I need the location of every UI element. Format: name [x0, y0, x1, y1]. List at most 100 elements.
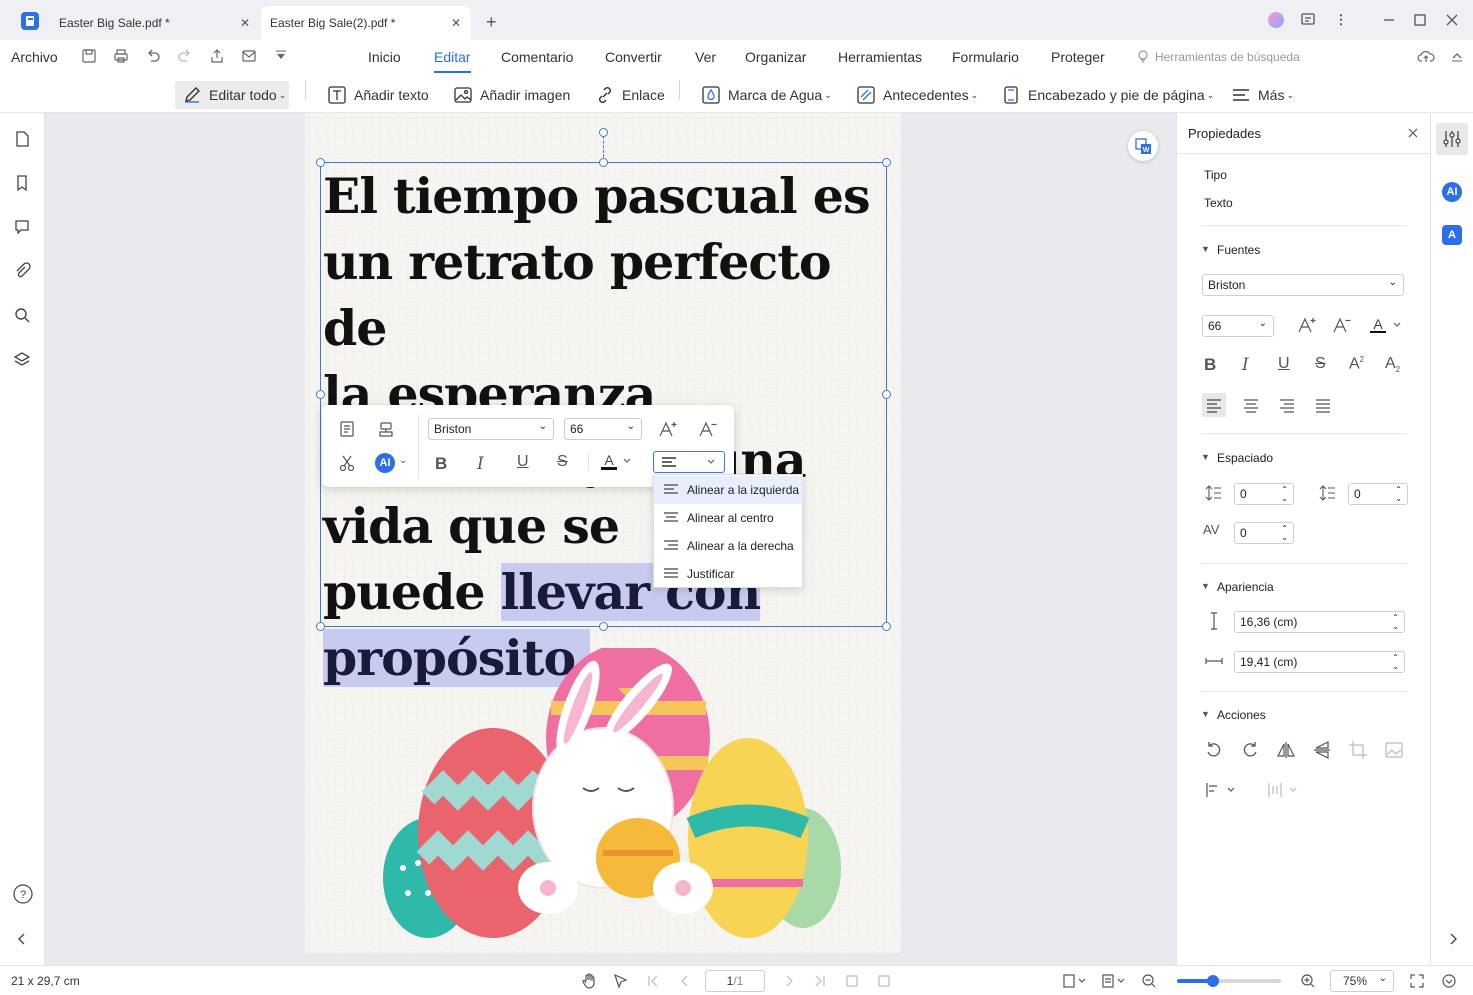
mail-icon[interactable]: [241, 48, 257, 64]
menu-inicio[interactable]: Inicio: [368, 49, 401, 65]
comment-icon[interactable]: [13, 218, 31, 236]
height-input[interactable]: 16,36 (cm) ⌃ ⌄: [1234, 611, 1405, 633]
ai-assistant-button[interactable]: AI ⌄: [375, 453, 411, 473]
first-page-icon[interactable]: [645, 973, 661, 989]
zoom-level-select[interactable]: 75% ⌄: [1330, 970, 1394, 992]
bold-icon[interactable]: B: [435, 454, 453, 473]
resize-handle-n[interactable]: [599, 158, 608, 167]
add-image-button[interactable]: Añadir imagen: [453, 81, 570, 109]
menu-editar[interactable]: Editar: [434, 49, 471, 65]
increase-font-icon[interactable]: [1297, 316, 1317, 336]
zoom-out-icon[interactable]: [1141, 973, 1157, 989]
strikethrough-icon[interactable]: S: [1315, 355, 1335, 375]
bookmark-icon[interactable]: [13, 174, 31, 192]
subscript-icon[interactable]: A2: [1385, 355, 1405, 375]
ai-translate-icon[interactable]: A: [1442, 225, 1462, 245]
resize-handle-w[interactable]: [316, 390, 325, 399]
underline-icon[interactable]: U: [517, 453, 535, 471]
more-vertical-icon[interactable]: ⋮: [1333, 12, 1349, 28]
rotate-right-icon[interactable]: [1240, 740, 1260, 760]
justify-option[interactable]: Justificar: [654, 560, 803, 588]
font-family-select[interactable]: Briston ⌄: [428, 418, 554, 440]
page-thumbnail-icon[interactable]: [13, 130, 31, 148]
zoom-slider[interactable]: [1177, 975, 1281, 987]
collapse-status-icon[interactable]: [1441, 973, 1457, 989]
text-properties-icon[interactable]: [338, 420, 356, 438]
prev-page-icon[interactable]: [677, 973, 693, 989]
fit-page-icon[interactable]: [844, 973, 860, 989]
tab-easter-big-sale[interactable]: Easter Big Sale.pdf * ✕: [50, 6, 260, 40]
align-left-icon[interactable]: [1202, 393, 1226, 417]
actions-section-toggle[interactable]: ▼: [1201, 709, 1210, 719]
resize-handle-ne[interactable]: [882, 158, 891, 167]
italic-icon[interactable]: I: [477, 454, 495, 474]
decrease-font-icon[interactable]: [698, 420, 717, 438]
replace-image-icon[interactable]: [1384, 740, 1404, 760]
distribute-objects-icon[interactable]: [1266, 780, 1300, 800]
resize-handle-e[interactable]: [882, 390, 891, 399]
expand-panel-icon[interactable]: [1444, 930, 1462, 948]
resize-handle-s[interactable]: [599, 622, 608, 631]
align-left-option[interactable]: Alinear a la izquierda: [654, 476, 803, 504]
collapse-left-icon[interactable]: [13, 930, 31, 948]
collapse-ribbon-icon[interactable]: [1449, 48, 1465, 64]
quick-access-dropdown-icon[interactable]: [273, 48, 289, 64]
increase-font-icon[interactable]: [658, 420, 677, 438]
menu-formulario[interactable]: Formulario: [952, 49, 1019, 65]
rotate-left-icon[interactable]: [1204, 740, 1224, 760]
align-center-option[interactable]: Alinear al centro: [654, 504, 803, 532]
align-center-icon[interactable]: [1239, 393, 1263, 417]
alignment-select[interactable]: [653, 451, 725, 473]
background-button[interactable]: Antecedentes ⌄: [856, 81, 978, 109]
paragraph-spacing-input[interactable]: 0 ⌃ ⌄: [1348, 483, 1408, 505]
add-text-button[interactable]: Añadir texto: [327, 81, 429, 109]
zoom-slider-thumb[interactable]: [1207, 975, 1220, 987]
close-panel-icon[interactable]: [1407, 127, 1419, 139]
resize-handle-sw[interactable]: [316, 622, 325, 631]
translate-icon[interactable]: W: [1128, 131, 1158, 161]
header-footer-button[interactable]: Encabezado y pie de página ⌄: [1001, 81, 1214, 109]
page-layout-icon[interactable]: [1062, 973, 1086, 989]
redo-icon[interactable]: [177, 48, 193, 64]
search-tools-link[interactable]: Herramientas de búsqueda: [1155, 50, 1300, 64]
attachment-icon[interactable]: [13, 262, 31, 280]
rotate-handle[interactable]: [599, 128, 608, 137]
layers-icon[interactable]: [13, 350, 31, 368]
close-tab-icon[interactable]: ✕: [451, 16, 461, 30]
zoom-in-icon[interactable]: [1300, 973, 1316, 989]
line-spacing-input[interactable]: 0 ⌃ ⌄: [1234, 483, 1294, 505]
link-button[interactable]: Enlace: [595, 81, 665, 109]
close-window-icon[interactable]: [1444, 12, 1460, 28]
menu-organizar[interactable]: Organizar: [745, 49, 806, 65]
menu-proteger[interactable]: Proteger: [1051, 49, 1105, 65]
fonts-section-toggle[interactable]: ▼: [1201, 244, 1210, 254]
menu-comentario[interactable]: Comentario: [501, 49, 573, 65]
new-tab-icon[interactable]: +: [486, 12, 497, 33]
flip-horizontal-icon[interactable]: [1276, 740, 1296, 760]
undo-icon[interactable]: [145, 48, 161, 64]
decrease-font-icon[interactable]: [1332, 316, 1352, 336]
last-page-icon[interactable]: [812, 973, 828, 989]
page-number-input[interactable]: 1/1: [705, 970, 765, 992]
panel-font-size-select[interactable]: 66 ⌄: [1202, 315, 1274, 337]
resize-handle-se[interactable]: [882, 622, 891, 631]
underline-icon[interactable]: U: [1278, 355, 1298, 375]
search-icon[interactable]: [13, 306, 31, 324]
view-mode-icon[interactable]: [1101, 973, 1125, 989]
edit-all-button[interactable]: Editar todo ⌄: [175, 81, 289, 109]
tab-easter-big-sale-2[interactable]: Easter Big Sale(2).pdf * ✕: [261, 6, 471, 40]
help-icon[interactable]: ?: [13, 884, 33, 904]
minimize-icon[interactable]: [1381, 12, 1397, 28]
character-spacing-input[interactable]: 0 ⌃ ⌄: [1234, 522, 1294, 544]
share-icon[interactable]: [209, 48, 225, 64]
justify-icon[interactable]: [1311, 393, 1335, 417]
cut-icon[interactable]: [338, 454, 356, 472]
more-button[interactable]: Más ⌄: [1231, 81, 1294, 109]
properties-toggle-icon[interactable]: [1436, 123, 1468, 155]
strikethrough-icon[interactable]: S: [557, 453, 575, 471]
italic-icon[interactable]: I: [1242, 355, 1262, 375]
fullscreen-icon[interactable]: [1409, 973, 1425, 989]
save-icon[interactable]: [81, 48, 97, 64]
width-input[interactable]: 19,41 (cm) ⌃ ⌄: [1234, 651, 1405, 673]
ai-icon[interactable]: AI: [1442, 182, 1462, 202]
